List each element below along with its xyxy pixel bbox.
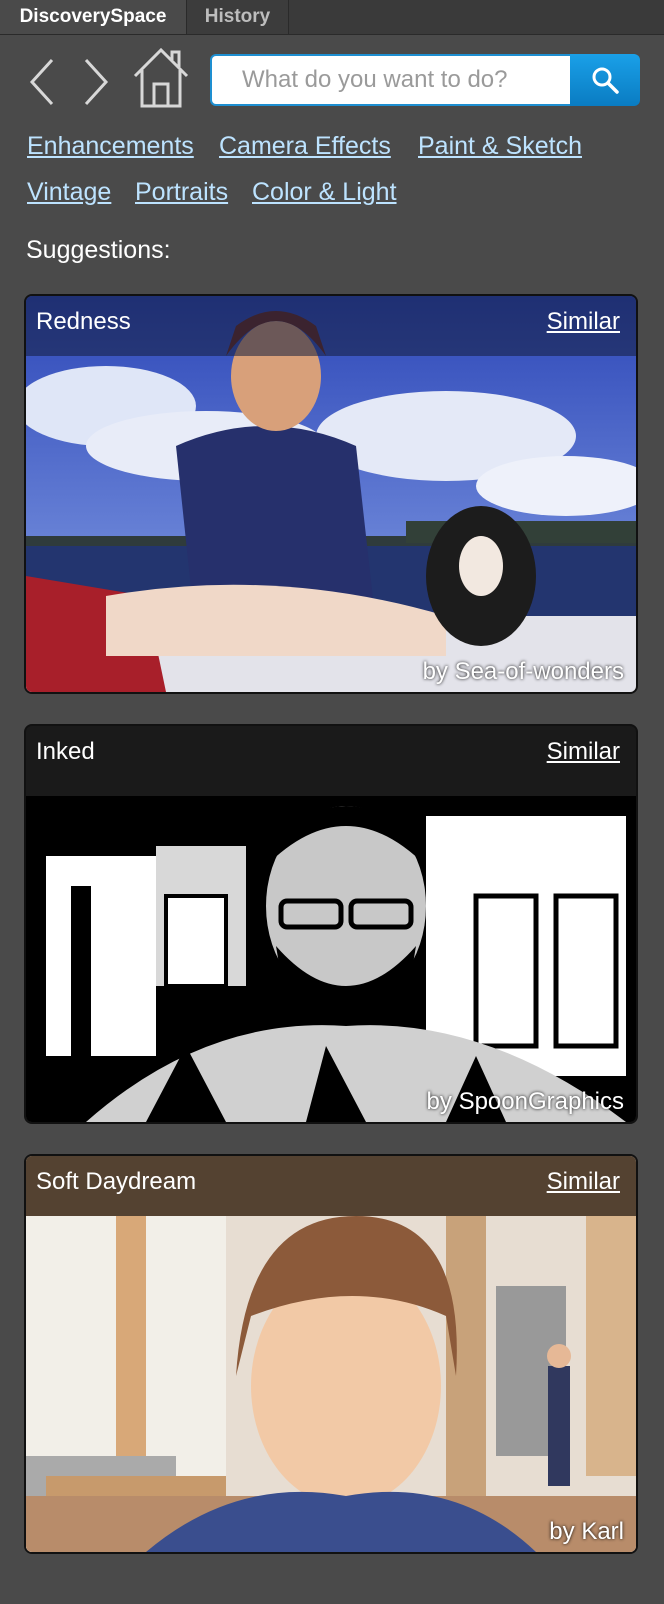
link-vintage[interactable]: Vintage xyxy=(27,178,111,207)
back-button[interactable] xyxy=(22,52,72,112)
similar-link[interactable]: Similar xyxy=(547,308,620,336)
similar-link[interactable]: Similar xyxy=(547,1168,620,1196)
link-portraits[interactable]: Portraits xyxy=(135,178,228,207)
photo-credit: by Karl xyxy=(549,1518,624,1545)
photo-credit: by Sea-of-wonders xyxy=(422,658,624,685)
search-button[interactable] xyxy=(570,54,640,106)
link-enhancements[interactable]: Enhancements xyxy=(27,132,194,161)
suggestion-card-inked[interactable]: Inked Similar by SpoonGraphics xyxy=(24,724,638,1124)
chevron-left-icon xyxy=(29,58,54,106)
similar-link[interactable]: Similar xyxy=(547,738,620,766)
link-camera-effects[interactable]: Camera Effects xyxy=(219,132,391,161)
chevron-right-icon xyxy=(84,58,109,106)
magnifier-icon xyxy=(592,67,619,94)
tab-bar: DiscoverySpace History xyxy=(0,0,664,35)
card-title: Redness xyxy=(36,308,131,335)
home-button[interactable] xyxy=(132,46,190,112)
suggestion-card-redness[interactable]: Redness Similar by Sea-of-wonders xyxy=(24,294,638,694)
tab-discoveryspace[interactable]: DiscoverySpace xyxy=(0,0,187,34)
suggestion-card-soft-daydream[interactable]: Soft Daydream Similar by Karl xyxy=(24,1154,638,1554)
home-icon xyxy=(133,47,189,108)
card-title: Soft Daydream xyxy=(36,1168,197,1195)
search-bar xyxy=(210,54,640,106)
link-color-light[interactable]: Color & Light xyxy=(252,178,397,207)
card-title: Inked xyxy=(36,738,95,765)
suggestions-heading: Suggestions: xyxy=(26,236,171,264)
search-input[interactable] xyxy=(210,54,570,106)
photo-credit: by SpoonGraphics xyxy=(426,1088,624,1115)
forward-button[interactable] xyxy=(74,52,124,112)
tab-history[interactable]: History xyxy=(187,0,289,34)
link-paint-sketch[interactable]: Paint & Sketch xyxy=(418,132,582,161)
suggestion-photo xyxy=(26,726,636,1122)
